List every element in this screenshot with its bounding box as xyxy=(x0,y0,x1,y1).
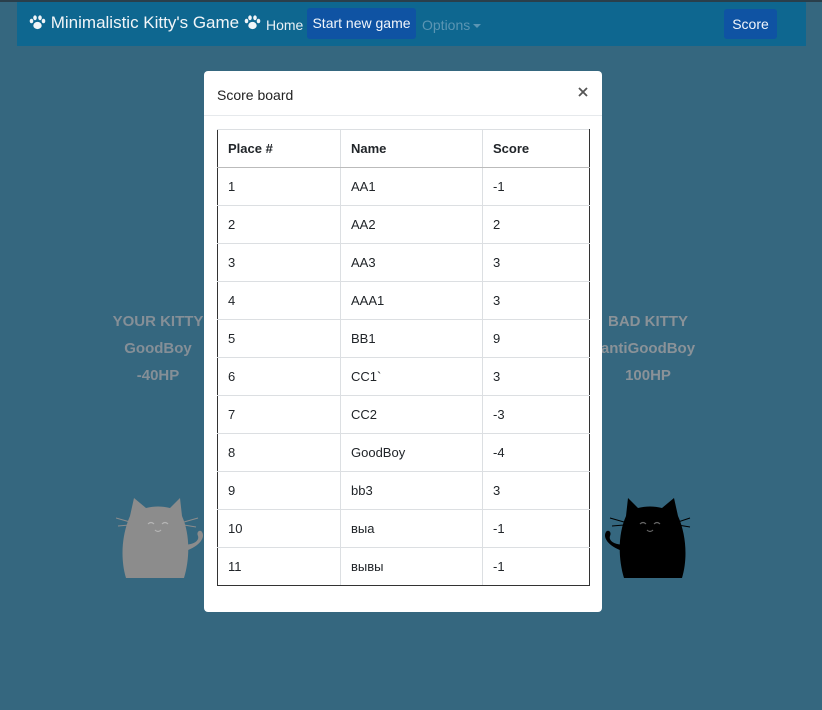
score-cell: 3 xyxy=(482,357,590,396)
place-cell: 2 xyxy=(217,205,341,244)
score-table: Place # Name Score 1 AA1 -1 2 AA2 2 3 AA3 3 4A… xyxy=(217,129,590,586)
table-row: 11 вывы -1 xyxy=(217,547,590,586)
score-cell: -1 xyxy=(482,509,590,548)
name-cell: AA1 xyxy=(340,167,483,206)
place-cell: 10 xyxy=(217,509,341,548)
score-cell: 9 xyxy=(482,319,590,358)
table-row: 5 BB1 9 xyxy=(217,319,590,358)
score-cell: 3 xyxy=(482,471,590,510)
table-row: 2 AA2 2 xyxy=(217,205,590,244)
options-dropdown[interactable]: Options xyxy=(422,17,482,33)
name-cell: bb3 xyxy=(340,471,483,510)
name-cell: вывы xyxy=(340,547,483,586)
name-cell: AA3 xyxy=(340,243,483,282)
score-cell: -1 xyxy=(482,167,590,206)
place-cell: 6 xyxy=(217,357,341,396)
place-cell: 8 xyxy=(217,433,341,472)
bad-kitty-icon xyxy=(604,498,691,578)
paw-icon xyxy=(244,15,261,30)
table-row: 10 выа -1 xyxy=(217,509,590,548)
brand-label: Minimalistic Kitty's Game xyxy=(50,13,240,32)
score-cell: -4 xyxy=(482,433,590,472)
place-cell: 4 xyxy=(217,281,341,320)
column-header-place: Place # xyxy=(217,129,341,168)
score-cell: -1 xyxy=(482,547,590,586)
nav-home-link[interactable]: Home xyxy=(266,17,303,33)
place-cell: 5 xyxy=(217,319,341,358)
table-row: 7 CC2 -3 xyxy=(217,395,590,434)
score-cell: 3 xyxy=(482,281,590,320)
name-cell: CC2 xyxy=(340,395,483,434)
name-cell: AA2 xyxy=(340,205,483,244)
score-board-modal: Score board Place # Name Score 1 AA1 -1 2A… xyxy=(204,71,602,612)
caret-down-icon xyxy=(473,24,482,28)
navbar: Minimalistic Kitty's Game Home Start new… xyxy=(17,2,806,46)
your-kitty-icon xyxy=(116,498,204,578)
name-cell: BB1 xyxy=(340,319,483,358)
place-cell: 9 xyxy=(217,471,341,510)
table-row: 1 AA1 -1 xyxy=(217,167,590,206)
name-cell: CC1` xyxy=(340,357,483,396)
score-cell: 2 xyxy=(482,205,590,244)
place-cell: 7 xyxy=(217,395,341,434)
table-row: 9 bb3 3 xyxy=(217,471,590,510)
column-header-name: Name xyxy=(340,129,483,168)
close-icon[interactable] xyxy=(577,86,589,98)
start-new-game-button[interactable]: Start new game xyxy=(307,8,416,39)
brand[interactable]: Minimalistic Kitty's Game xyxy=(29,13,261,33)
score-cell: -3 xyxy=(482,395,590,434)
options-label: Options xyxy=(422,17,471,33)
modal-title: Score board xyxy=(217,87,294,103)
name-cell: выа xyxy=(340,509,483,548)
table-row: 3 AA3 3 xyxy=(217,243,590,282)
score-cell: 3 xyxy=(482,243,590,282)
table-row: 8 GoodBoy -4 xyxy=(217,433,590,472)
paw-icon xyxy=(29,15,46,30)
place-cell: 1 xyxy=(217,167,341,206)
table-row: 4 AAA1 3 xyxy=(217,281,590,320)
column-header-score: Score xyxy=(482,129,590,168)
name-cell: AAA1 xyxy=(340,281,483,320)
place-cell: 11 xyxy=(217,547,341,586)
table-header-row: Place # Name Score xyxy=(217,129,590,168)
table-row: 6 CC1` 3 xyxy=(217,357,590,396)
score-button[interactable]: Score xyxy=(724,9,777,39)
place-cell: 3 xyxy=(217,243,341,282)
name-cell: GoodBoy xyxy=(340,433,483,472)
modal-header: Score board xyxy=(204,71,602,116)
